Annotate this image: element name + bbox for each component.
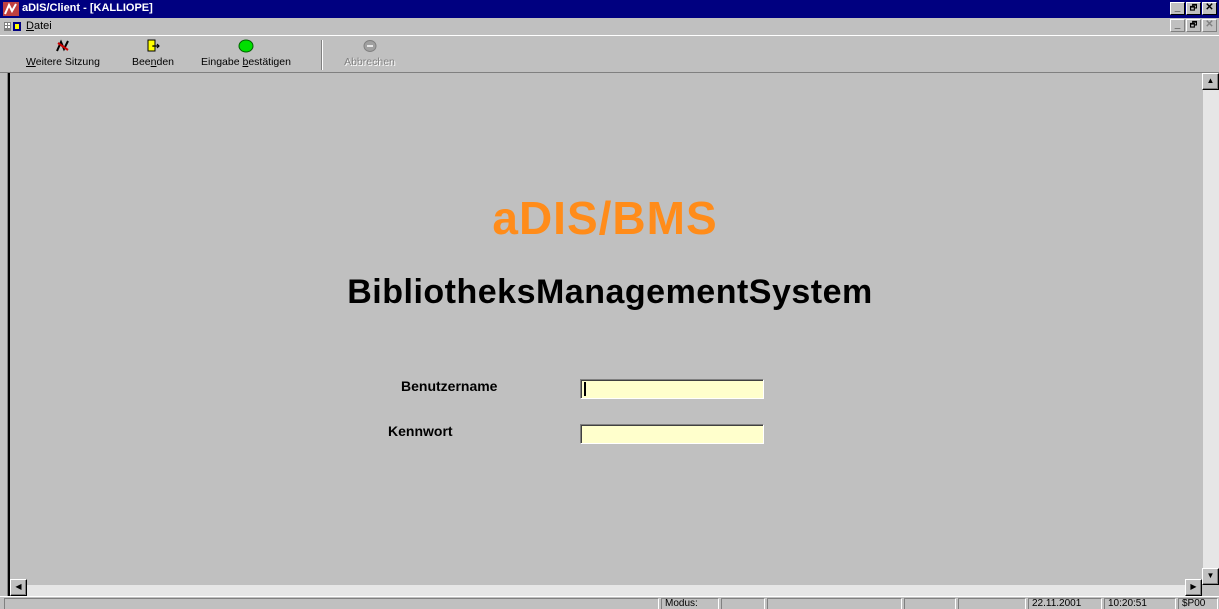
username-label: Benutzername [401, 378, 498, 394]
document-restore-button[interactable]: 🗗 [1186, 19, 1201, 32]
new-session-icon [56, 39, 69, 52]
status-modus: Modus: [661, 598, 719, 609]
toolbar-button-label: Abbrechen [332, 56, 407, 68]
document-close-button: ✕ [1202, 19, 1217, 32]
password-input[interactable] [580, 424, 764, 444]
document-minimize-button[interactable]: _ [1170, 19, 1185, 32]
label-part: Bee [131, 56, 151, 68]
label-part: Abbrechen [344, 56, 395, 68]
vertical-scroll-track[interactable] [1202, 90, 1219, 568]
status-panel-empty [958, 598, 1026, 609]
status-panel-message [4, 598, 659, 609]
text-caret [584, 382, 586, 396]
toolbar: Weitere Sitzung Beenden Eingabe bestätig… [0, 35, 1219, 73]
label-accelerator: W [26, 56, 36, 68]
scroll-right-button[interactable]: ▶ [1185, 579, 1202, 596]
status-bar: Modus: 22.11.2001 10:20:51 $P00 [0, 596, 1219, 609]
scroll-left-button[interactable]: ◀ [10, 579, 27, 596]
exit-door-icon [147, 39, 160, 52]
password-label: Kennwort [388, 423, 453, 439]
status-panel-empty [904, 598, 956, 609]
menu-bar: Datei _ 🗗 ✕ [0, 18, 1219, 35]
green-circle-icon [238, 39, 254, 53]
menu-item-datei[interactable]: Datei [26, 20, 52, 32]
status-date: 22.11.2001 [1028, 598, 1102, 609]
document-window-controls: _ 🗗 ✕ [1170, 19, 1217, 32]
system-subtitle: BibliotheksManagementSystem [347, 273, 873, 311]
username-input[interactable] [580, 379, 764, 399]
label-part: estätigen [248, 56, 291, 68]
window-controls: _ 🗗 ✕ [1170, 2, 1217, 15]
restore-button[interactable]: 🗗 [1186, 2, 1201, 15]
toolbar-button-label: Eingabe bestätigen [187, 56, 305, 68]
size-grip[interactable] [1202, 585, 1219, 596]
toolbar-button-label: Weitere Sitzung [7, 56, 119, 68]
app-icon [3, 2, 19, 16]
label-part: eitere Sitzung [35, 56, 100, 68]
title-bar: aDIS/Client - [KALLIOPE] _ 🗗 ✕ [0, 0, 1219, 18]
scroll-down-button[interactable]: ▼ [1202, 568, 1219, 585]
left-frame [0, 73, 8, 596]
beenden-button[interactable]: Beenden [122, 39, 184, 71]
scroll-up-button[interactable]: ▲ [1202, 73, 1219, 90]
window-title: aDIS/Client - [KALLIOPE] [22, 2, 153, 14]
menu-accelerator: D [26, 20, 34, 32]
cancel-circle-icon [363, 40, 376, 52]
menu-item-label: atei [33, 20, 52, 32]
login-form-area: aDIS/BMS BibliotheksManagementSystem Ben… [8, 73, 1219, 596]
vertical-scrollbar[interactable]: ▲ ▼ [1202, 73, 1219, 585]
status-panel-empty [767, 598, 902, 609]
toolbar-separator [321, 40, 323, 70]
label-part: Eingabe [201, 56, 243, 68]
status-code: $P00 [1178, 598, 1218, 609]
minimize-button[interactable]: _ [1170, 2, 1185, 15]
eingabe-bestaetigen-button[interactable]: Eingabe bestätigen [187, 39, 305, 71]
status-time: 10:20:51 [1104, 598, 1176, 609]
horizontal-scrollbar[interactable]: ◀ ▶ [10, 579, 1202, 596]
brand-title: aDIS/BMS [492, 192, 718, 244]
close-button[interactable]: ✕ [1202, 2, 1217, 15]
abbrechen-button: Abbrechen [332, 39, 407, 71]
status-panel-empty [721, 598, 765, 609]
label-part: den [156, 56, 175, 68]
weitere-sitzung-button[interactable]: Weitere Sitzung [7, 39, 119, 71]
toolbar-button-label: Beenden [122, 56, 184, 68]
document-icon[interactable] [4, 21, 22, 32]
